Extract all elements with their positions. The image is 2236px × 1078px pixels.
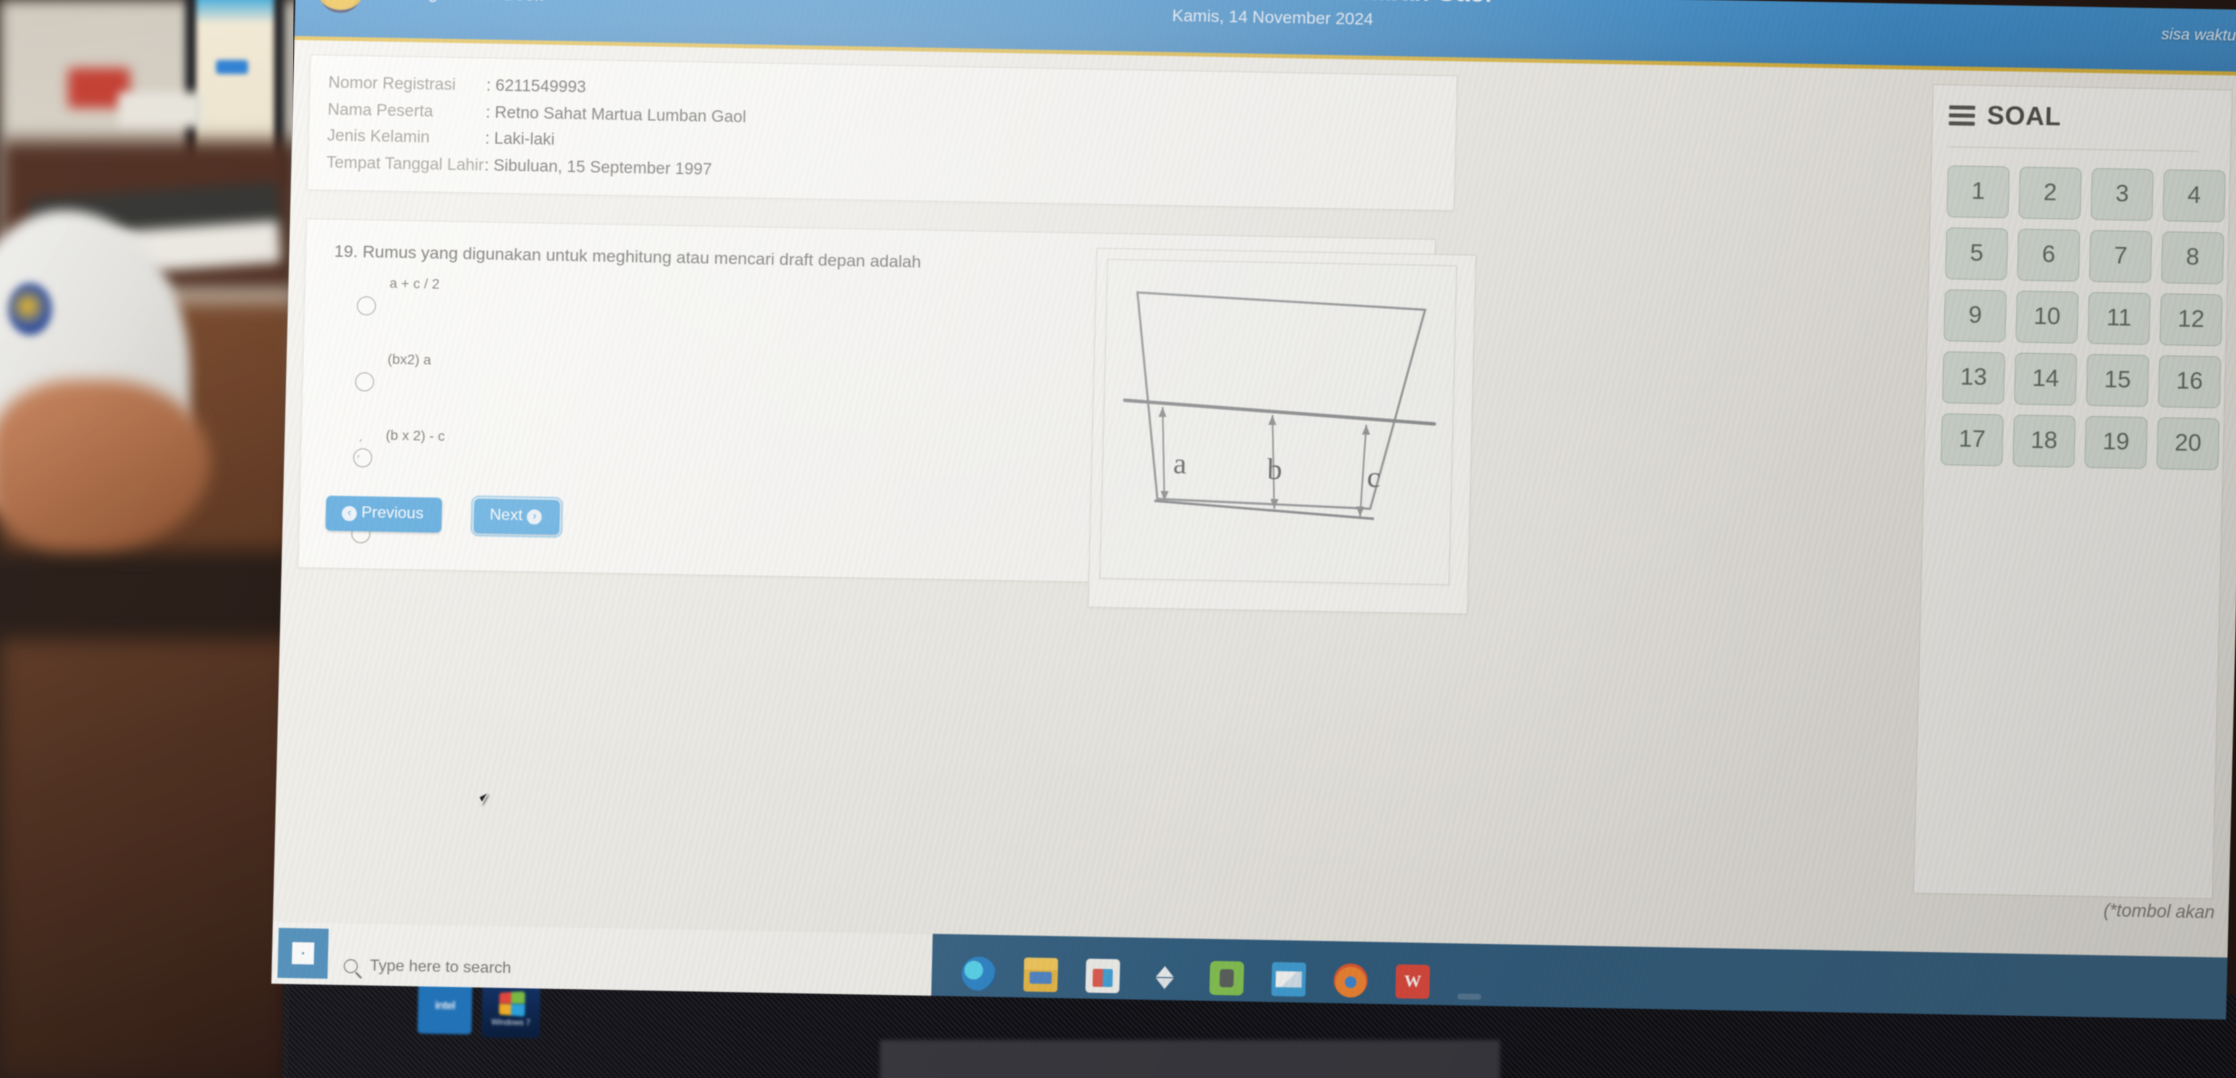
question-number-2[interactable]: 2 — [2018, 166, 2082, 220]
figure-label-b: b — [1267, 453, 1283, 486]
bio-value-gender: : Laki-laki — [484, 129, 555, 150]
main-content: Nomor Registrasi : 6211549993 Nama Peser… — [271, 39, 2236, 1020]
firefox-icon[interactable] — [1333, 963, 1369, 998]
file-explorer-icon[interactable] — [1023, 957, 1059, 993]
sidebar-title-row: SOAL — [1948, 99, 2232, 135]
question-number-19[interactable]: 19 — [2084, 415, 2148, 469]
question-number-3[interactable]: 3 — [2090, 167, 2154, 222]
question-number-9[interactable]: 9 — [1943, 289, 2007, 343]
search-placeholder: Type here to search — [369, 957, 512, 978]
question-number-17[interactable]: 17 — [1940, 413, 2004, 467]
question-number-1[interactable]: 1 — [1946, 165, 2010, 219]
sidebar-note: (*tombol akan — [2103, 900, 2215, 923]
sidebar-title: SOAL — [1986, 100, 2062, 132]
question-number-11[interactable]: 11 — [2087, 291, 2151, 346]
windows-sticker-label: Windows 7 — [491, 1017, 531, 1027]
option-radio-1[interactable] — [356, 296, 377, 316]
remaining-time-label: sisa waktu — [2161, 26, 2236, 45]
taskbar-search-input[interactable]: Type here to search — [343, 957, 512, 978]
figure-label-a: a — [1173, 447, 1187, 480]
chrome-taskbar-active-item[interactable] — [1457, 993, 1482, 1000]
sidebar-divider — [1948, 146, 2199, 152]
option-radio-2[interactable] — [354, 372, 375, 392]
question-number-12[interactable]: 12 — [2159, 293, 2223, 347]
uniform-badge-icon — [8, 283, 52, 335]
question-number-7[interactable]: 7 — [2088, 229, 2153, 284]
windows-start-icon[interactable] — [277, 927, 329, 979]
question-number-5[interactable]: 5 — [1945, 227, 2009, 281]
monitor-screen: Training Record Book Retno Sahat Martua … — [271, 0, 2236, 1020]
question-number-15[interactable]: 15 — [2085, 353, 2150, 408]
mail-icon[interactable] — [1271, 962, 1307, 997]
question-navigator-panel: SOAL 1 2 3 4 5 6 7 8 9 10 11 12 13 14 15… — [1912, 84, 2233, 900]
edge-icon[interactable] — [961, 956, 997, 991]
figure-label-c: c — [1367, 461, 1381, 494]
question-number-4[interactable]: 4 — [2162, 169, 2226, 223]
bio-label-gender: Jenis Kelamin — [326, 127, 430, 147]
bio-label-birth: Tempat Tanggal Lahir — [326, 153, 485, 175]
question-number-grid: 1 2 3 4 5 6 7 8 9 10 11 12 13 14 15 16 1 — [1940, 165, 2229, 471]
evernote-icon[interactable] — [1209, 960, 1245, 996]
chevron-right-icon: › — [526, 509, 543, 525]
draft-diagram: a b c — [1123, 291, 1437, 521]
previous-button-label: Previous — [361, 504, 424, 523]
bio-label-name: Nama Peserta — [327, 100, 434, 121]
question-number-8[interactable]: 8 — [2160, 231, 2225, 285]
question-number-10[interactable]: 10 — [2015, 290, 2079, 344]
mouse-cursor — [478, 790, 498, 806]
participant-info-card: Nomor Registrasi : 6211549993 Nama Peser… — [306, 54, 1458, 212]
photo-of-monitor: intel Windows 7 Training Record Book Ret… — [0, 0, 2236, 1078]
previous-button[interactable]: ‹ Previous — [325, 495, 442, 533]
next-button[interactable]: Next › — [470, 495, 564, 539]
navigation-buttons: ‹ Previous Next › — [325, 495, 564, 806]
dropbox-icon[interactable] — [1147, 960, 1182, 995]
next-button-label: Next — [489, 506, 523, 525]
monitor-stand — [880, 1040, 1500, 1078]
microsoft-store-icon[interactable] — [1085, 958, 1121, 994]
taskbar-app-icons: W — [961, 956, 1482, 1000]
question-number-6[interactable]: 6 — [2016, 228, 2081, 282]
intel-sticker-label: intel — [434, 999, 456, 1013]
wps-office-icon[interactable]: W — [1395, 964, 1431, 999]
question-card: 19. Rumus yang digunakan untuk meghitung… — [297, 218, 1477, 806]
question-number-20[interactable]: 20 — [2156, 417, 2220, 471]
bio-value-registration: : 6211549993 — [486, 76, 587, 97]
figure-inner-frame: a b c — [1099, 258, 1458, 586]
hamburger-icon[interactable] — [1948, 104, 1976, 126]
question-number-14[interactable]: 14 — [2013, 352, 2078, 406]
search-icon — [343, 959, 358, 974]
bio-label-registration: Nomor Registrasi — [328, 73, 457, 94]
chevron-left-icon: ‹ — [341, 505, 358, 522]
bio-value-birth: : Sibuluan, 15 September 1997 — [484, 156, 713, 179]
question-number-13[interactable]: 13 — [1941, 351, 2006, 405]
question-number-18[interactable]: 18 — [2012, 414, 2076, 468]
figure-outer-frame: a b c — [1087, 247, 1477, 615]
question-number-16[interactable]: 16 — [2157, 355, 2222, 409]
windows-flag-icon — [498, 990, 526, 1017]
